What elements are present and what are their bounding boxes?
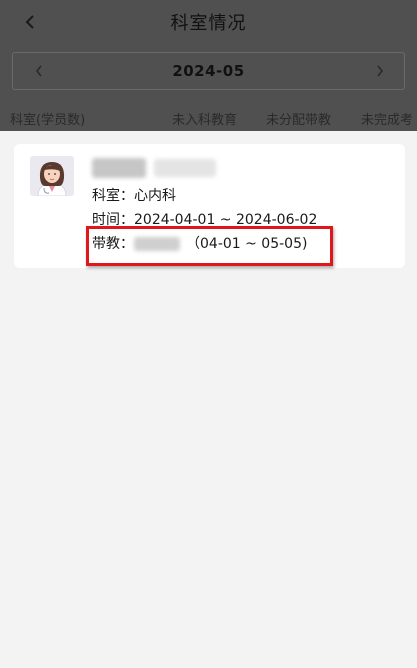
tab-department[interactable]: 科室(学员数)	[10, 109, 85, 128]
doctor-avatar-icon	[30, 156, 74, 196]
student-name-redacted	[92, 158, 146, 178]
department-line: 科室：心内科	[92, 185, 176, 205]
highlight-box	[86, 226, 333, 266]
tab-no-entry-education[interactable]: 未入科教育	[172, 109, 237, 128]
tab-unassigned-teacher[interactable]: 未分配带教	[266, 109, 331, 128]
student-info-redacted	[154, 159, 216, 177]
page-title: 科室情况	[170, 13, 247, 34]
next-month-button[interactable]	[368, 59, 392, 83]
department-value: 心内科	[134, 188, 176, 204]
filter-tabs: 科室(学员数) 未入科教育 未分配带教 未完成考	[0, 104, 417, 130]
month-label: 2024-05	[172, 62, 245, 80]
dim-overlay: 科室情况 2024-05 科室(学员数) 未入科教育 未分配带教 未完成考	[0, 0, 417, 131]
month-selector: 2024-05	[12, 52, 405, 90]
chevron-right-icon	[377, 65, 384, 77]
department-label: 科室：	[92, 188, 134, 204]
tab-incomplete-exam[interactable]: 未完成考	[361, 109, 413, 128]
header: 科室情况	[0, 0, 417, 44]
